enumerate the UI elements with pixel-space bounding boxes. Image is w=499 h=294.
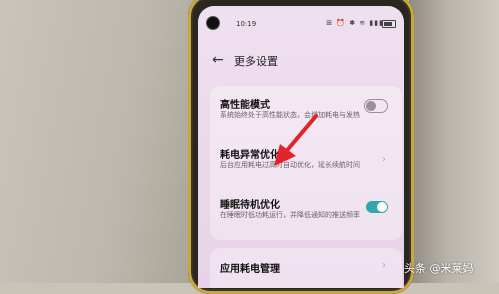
page-header: ← 更多设置 [198,52,404,72]
status-bar: 10:19 ⊞ ⏰ ✱ ≋ ▮▮▮ [198,6,404,29]
setting-description: 在睡眠时低功耗运行，并降低通知的推送频率 [220,211,360,219]
background-fabric [409,0,499,283]
toggle-knob [366,101,376,111]
red-arrow-annotation [274,114,318,166]
background-desk [0,0,200,283]
setting-title: 应用耗电管理 [220,264,280,275]
status-time: 10:19 [236,20,257,28]
battery-icon [382,20,396,28]
sleep-standby-toggle[interactable] [366,201,388,213]
front-camera-icon [207,17,219,29]
high-performance-toggle[interactable] [364,99,388,113]
setting-title: 睡眠待机优化 [220,200,280,211]
watermark: 头条 @米莱妈 [404,262,474,275]
setting-title: 高性能模式 [220,100,270,111]
toggle-knob [377,202,387,212]
back-arrow-icon[interactable]: ← [212,52,224,68]
chevron-right-icon: › [382,260,386,271]
status-icons: ⊞ ⏰ ✱ ≋ ▮▮▮ [326,19,384,27]
chevron-right-icon: › [382,154,386,165]
page-title: 更多设置 [234,55,278,68]
